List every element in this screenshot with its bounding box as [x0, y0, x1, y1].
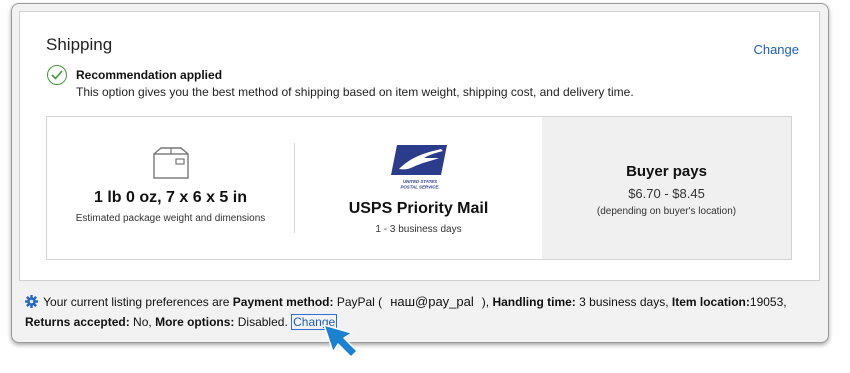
buyer-pays-panel: Buyer pays $6.70 - $8.45 (depending on b…	[542, 117, 791, 259]
returns-accepted-label: Returns accepted:	[25, 315, 130, 329]
shipping-options-box: 1 lb 0 oz, 7 x 6 x 5 in Estimated packag…	[46, 116, 792, 260]
usps-logo-text: UNITED STATES	[403, 179, 437, 184]
service-name: USPS Priority Mail	[348, 200, 489, 217]
listing-preferences: Your current listing preferences are Pay…	[25, 292, 815, 332]
recommendation-title: Recommendation applied	[76, 68, 223, 82]
package-dimensions: 1 lb 0 oz, 7 x 6 x 5 in	[94, 189, 247, 206]
pointer-arrow-icon	[323, 324, 358, 358]
recommendation-description: This option gives you the best method of…	[76, 85, 634, 99]
item-location-value: 19053,	[749, 295, 787, 309]
shipping-card: Shipping Change Recommendation applied T…	[19, 11, 820, 281]
paypal-email: наш@pay_pal	[390, 294, 474, 309]
gear-icon	[25, 295, 38, 308]
package-caption: Estimated package weight and dimensions	[75, 213, 266, 224]
shipping-title: Shipping	[46, 35, 113, 54]
payment-method-value: PayPal (	[336, 295, 383, 309]
buyer-pays-title: Buyer pays	[626, 163, 707, 180]
service-delivery-time: 1 - 3 business days	[375, 224, 462, 235]
payment-method-close: ),	[481, 295, 490, 309]
item-location-label: Item location:	[671, 295, 750, 309]
returns-accepted-value: No,	[133, 315, 152, 329]
buyer-price-range: $6.70 - $8.45	[628, 186, 705, 201]
payment-method-label: Payment method:	[232, 295, 334, 309]
check-circle-icon	[47, 65, 67, 85]
buyer-price-note: (depending on buyer's location)	[596, 206, 737, 217]
more-options-value: Disabled.	[237, 315, 288, 329]
svg-text:POSTAL SERVICE.: POSTAL SERVICE.	[400, 185, 439, 190]
handling-time-value: 3 business days,	[579, 295, 669, 309]
shipping-change-link[interactable]: Change	[753, 42, 799, 57]
handling-time-label: Handling time:	[492, 295, 576, 309]
listing-panel: Shipping Change Recommendation applied T…	[11, 3, 829, 343]
preferences-intro: Your current listing preferences are	[43, 295, 230, 309]
usps-eagle-logo: UNITED STATES POSTAL SERVICE.	[391, 145, 447, 190]
package-box-icon	[153, 147, 189, 179]
package-details: 1 lb 0 oz, 7 x 6 x 5 in Estimated packag…	[47, 117, 294, 259]
more-options-label: More options:	[155, 315, 235, 329]
shipping-service: UNITED STATES POSTAL SERVICE. USPS Prior…	[295, 117, 542, 259]
